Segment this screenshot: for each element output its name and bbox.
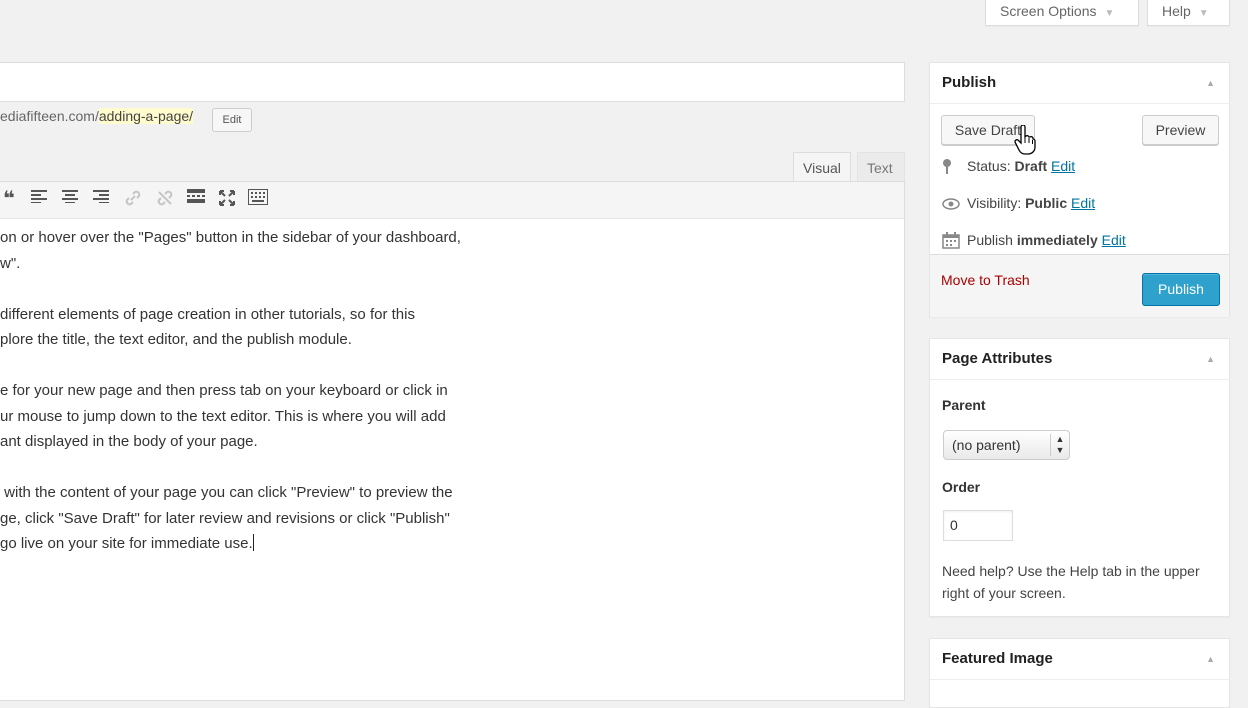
publish-box: Publish ▲ Save Draft Preview Status: Dra… [929, 62, 1230, 317]
parent-label: Parent [942, 397, 986, 413]
visibility-value: Public [1025, 195, 1068, 211]
tab-text[interactable]: Text [857, 152, 905, 182]
publish-button[interactable]: Publish [1142, 273, 1220, 306]
screen-options-label: Screen Options [1000, 3, 1097, 19]
tab-visual[interactable]: Visual [793, 152, 851, 182]
schedule-label: Publish [967, 232, 1013, 248]
collapse-icon[interactable]: ▲ [1206, 639, 1215, 679]
parent-select-value: (no parent) [952, 437, 1021, 453]
collapse-icon[interactable]: ▲ [1206, 63, 1215, 103]
visibility-label: Visibility: [967, 195, 1022, 211]
publish-actions: Move to Trash Publish [930, 254, 1229, 317]
page-attributes-box: Page Attributes ▲ Parent (no parent) ▲ ▼ … [929, 338, 1230, 617]
page-attributes-header[interactable]: Page Attributes ▲ [930, 339, 1229, 380]
align-center-icon[interactable] [60, 189, 80, 209]
blockquote-icon[interactable]: ❝ [0, 189, 19, 209]
content-line: ge, click "Save Draft" for later review … [0, 509, 450, 527]
featured-image-header[interactable]: Featured Image ▲ [930, 639, 1229, 680]
content-line [0, 276, 461, 302]
editor-content: on or hover over the "Pages" button in t… [0, 225, 461, 557]
read-more-icon[interactable] [186, 189, 206, 209]
help-label: Help [1162, 3, 1191, 19]
unlink-icon[interactable] [155, 189, 175, 209]
content-line [0, 353, 461, 379]
publish-box-header[interactable]: Publish ▲ [930, 63, 1229, 104]
publish-box-title: Publish [942, 74, 997, 91]
edit-permalink-button[interactable]: Edit [212, 108, 252, 132]
toolbar-toggle-icon[interactable] [248, 189, 268, 209]
permalink-slug[interactable]: adding-a-page/ [98, 108, 194, 124]
align-left-icon[interactable] [29, 189, 49, 209]
collapse-icon[interactable]: ▲ [1206, 339, 1215, 379]
chevron-down-icon: ▼ [1198, 8, 1209, 19]
title-input[interactable] [0, 62, 905, 102]
content-line: go live on your site for immediate use. [0, 534, 254, 552]
permalink: ediafifteen.com/adding-a-page/ [0, 108, 194, 124]
edit-status-link[interactable]: Edit [1051, 158, 1075, 174]
status-row: Status: Draft Edit [942, 158, 1075, 174]
content-line: ant displayed in the body of your page. [0, 433, 258, 450]
align-right-icon[interactable] [91, 189, 111, 209]
permalink-prefix: ediafifteen.com/ [0, 108, 99, 124]
order-label: Order [942, 479, 981, 495]
visibility-row: Visibility: Public Edit [942, 195, 1095, 211]
schedule-row: Publish immediately Edit [942, 232, 1126, 249]
content-line: e for your new page and then press tab o… [0, 382, 448, 399]
help-button[interactable]: Help ▼ [1147, 0, 1230, 26]
chevron-down-icon: ▼ [1104, 8, 1115, 19]
content-line: plore the title, the text editor, and th… [0, 331, 352, 348]
featured-image-title: Featured Image [942, 650, 1053, 667]
status-value: Draft [1014, 158, 1048, 174]
text-cursor [252, 534, 254, 551]
content-line: w". [0, 254, 21, 272]
move-to-trash-link[interactable]: Move to Trash [941, 272, 1030, 288]
parent-select[interactable]: (no parent) ▲ ▼ [943, 430, 1070, 460]
select-arrows-icon: ▲ ▼ [1050, 434, 1069, 456]
preview-button[interactable]: Preview [1142, 115, 1219, 145]
eye-icon [942, 197, 960, 213]
status-label: Status: [967, 158, 1011, 174]
schedule-value: immediately [1016, 232, 1098, 248]
content-line [0, 455, 461, 481]
screen-options-button[interactable]: Screen Options ▼ [985, 0, 1139, 26]
content-line: on or hover over the "Pages" button in t… [0, 229, 461, 246]
order-input[interactable]: 0 [943, 510, 1013, 541]
pin-icon [942, 158, 952, 177]
content-line: different elements of page creation in o… [0, 305, 415, 323]
page-attributes-title: Page Attributes [942, 350, 1053, 367]
link-icon[interactable] [123, 189, 143, 209]
edit-schedule-link[interactable]: Edit [1102, 232, 1126, 248]
calendar-icon [942, 232, 960, 252]
editor-toolbar: ❝ [0, 182, 904, 219]
edit-visibility-link[interactable]: Edit [1071, 195, 1095, 211]
content-line: ur mouse to jump down to the text editor… [0, 407, 446, 425]
page-attributes-help: Need help? Use the Help tab in the upper… [942, 563, 1200, 601]
fullscreen-icon[interactable] [217, 189, 237, 209]
hand-cursor-icon [1014, 124, 1036, 160]
content-line: with the content of your page you can cl… [0, 484, 453, 501]
